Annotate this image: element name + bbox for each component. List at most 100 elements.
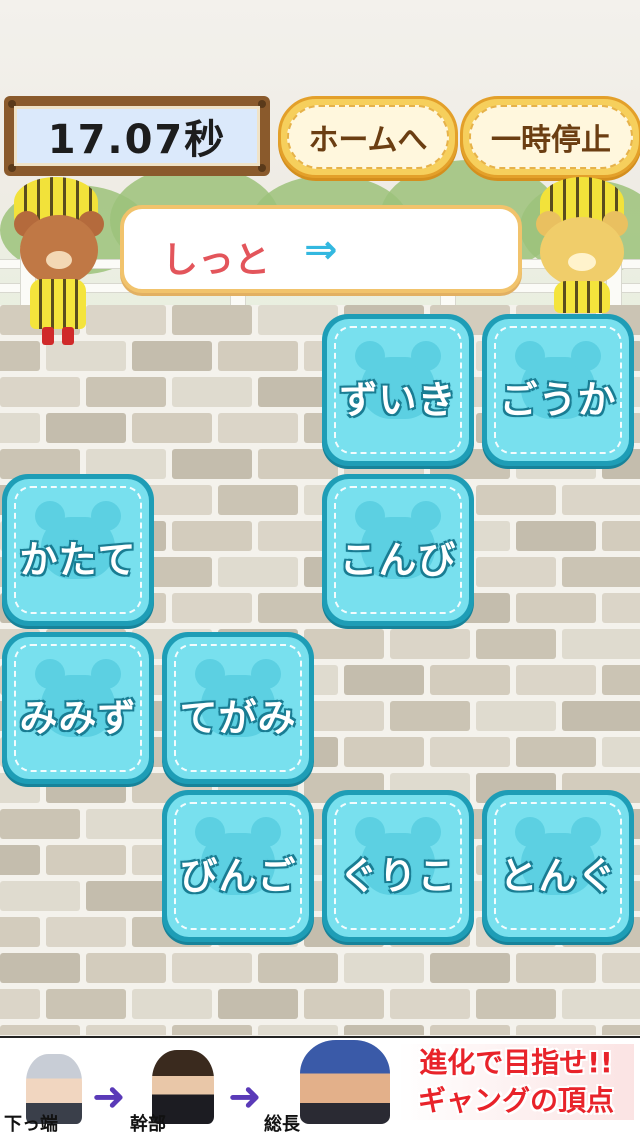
brick (172, 593, 252, 623)
brick (430, 665, 510, 695)
brick (562, 485, 640, 515)
brick (86, 809, 166, 839)
brick (0, 377, 80, 407)
brick (0, 1025, 80, 1035)
bear-detective-right (530, 175, 640, 315)
brick (0, 881, 80, 911)
word-tile[interactable]: ぐりこ (322, 790, 474, 942)
word-tile-label: ぐりこ (339, 854, 457, 898)
brick (0, 989, 40, 1019)
word-tile-label: とんぐ (499, 854, 617, 898)
brick (390, 701, 470, 731)
pause-button[interactable]: 一時停止 (460, 96, 640, 178)
brick (218, 485, 298, 515)
word-tile[interactable]: みみず (2, 632, 154, 784)
brick (132, 341, 212, 371)
word-tile-label: みみず (19, 696, 137, 740)
brick (258, 1025, 338, 1035)
brick (516, 665, 596, 695)
brick (46, 845, 126, 875)
brick (172, 953, 252, 983)
brick (602, 593, 640, 623)
word-tile[interactable]: てがみ (162, 632, 314, 784)
brick (476, 701, 556, 731)
brick (476, 989, 556, 1019)
brick (0, 917, 40, 947)
brick (602, 1025, 640, 1035)
brick (602, 737, 640, 767)
brick (132, 989, 212, 1019)
brick (476, 485, 556, 515)
brick (86, 1025, 166, 1035)
brick (0, 953, 80, 983)
brick (304, 701, 384, 731)
hint-word: しっと (162, 240, 271, 281)
arrow-right-icon: ➜ (228, 1074, 262, 1120)
brick (86, 953, 166, 983)
brick (172, 521, 252, 551)
timer-display: 17.07秒 (14, 106, 260, 166)
brick (132, 413, 212, 443)
ad-rank-1: 下っ端 (4, 1114, 58, 1135)
brick (344, 737, 424, 767)
brick (390, 989, 470, 1019)
brick (172, 377, 252, 407)
brick (172, 449, 252, 479)
brick (0, 845, 40, 875)
brick (516, 1025, 596, 1035)
word-tile-label: びんご (179, 854, 297, 898)
brick (602, 953, 640, 983)
brick (430, 737, 510, 767)
brick (476, 557, 556, 587)
word-tile[interactable]: かたて (2, 474, 154, 626)
brick (0, 809, 80, 839)
hint-banner: しっと ⇒ (120, 205, 522, 293)
home-button-label: ホームへ (287, 105, 449, 169)
ad-title-line-1: 進化で目指せ!! (419, 1046, 613, 1079)
ad-title: 進化で目指せ!! ギャングの頂点 (398, 1044, 634, 1120)
brick (562, 701, 640, 731)
bear-detective-left (0, 175, 115, 350)
brick (602, 521, 640, 551)
brick (304, 989, 384, 1019)
home-button[interactable]: ホームへ (278, 96, 458, 178)
brick (172, 305, 252, 335)
brick (516, 521, 596, 551)
word-tile[interactable]: こんび (322, 474, 474, 626)
brick (516, 737, 596, 767)
brick (562, 557, 640, 587)
brick (344, 953, 424, 983)
brick (602, 665, 640, 695)
word-tile[interactable]: とんぐ (482, 790, 634, 942)
word-tile[interactable]: ごうか (482, 314, 634, 466)
ad-title-line-2: ギャングの頂点 (417, 1084, 614, 1117)
brick (86, 881, 166, 911)
timer-panel: 17.07秒 (4, 96, 270, 176)
brick (46, 917, 126, 947)
brick (218, 341, 298, 371)
word-tile-label: かたて (19, 538, 137, 582)
brick (390, 629, 470, 659)
brick (46, 989, 126, 1019)
brick (46, 413, 126, 443)
brick (562, 989, 640, 1019)
word-tile[interactable]: びんご (162, 790, 314, 942)
brick (218, 413, 298, 443)
brick (516, 953, 596, 983)
word-tile[interactable]: ずいき (322, 314, 474, 466)
word-tile-label: こんび (339, 538, 457, 582)
brick (562, 629, 640, 659)
word-tile-label: ごうか (499, 378, 617, 422)
brick (476, 629, 556, 659)
brick (86, 377, 166, 407)
ad-rank-2: 幹部 (130, 1114, 166, 1135)
brick (344, 665, 424, 695)
ad-banner[interactable]: 下っ端 ➜ 幹部 ➜ 総長 進化で目指せ!! ギャングの頂点 (0, 1036, 640, 1138)
brick (344, 1025, 424, 1035)
brick (0, 413, 40, 443)
brick (218, 557, 298, 587)
pause-button-label: 一時停止 (469, 105, 633, 169)
brick (218, 989, 298, 1019)
brick (258, 953, 338, 983)
arrow-icon: ⇒ (304, 227, 338, 273)
